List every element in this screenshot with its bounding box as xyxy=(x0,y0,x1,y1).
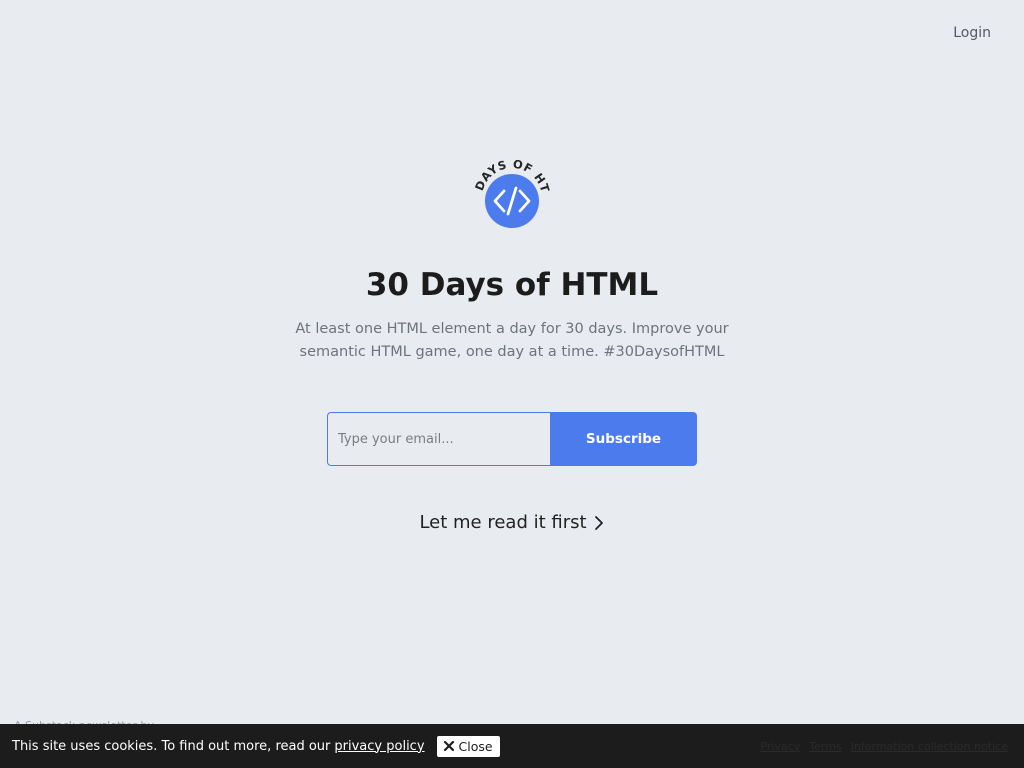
email-input[interactable] xyxy=(327,412,550,466)
read-first-link[interactable]: Let me read it first xyxy=(419,512,604,533)
cookie-close-button[interactable]: Close xyxy=(436,735,500,757)
page-subtitle: At least one HTML element a day for 30 d… xyxy=(295,321,729,360)
footer-link-terms[interactable]: Terms xyxy=(809,740,841,753)
newsletter-logo: 30 DAYS OF HTML xyxy=(470,160,552,228)
cookie-banner: This site uses cookies. To find out more… xyxy=(0,724,1024,768)
subscribe-form: Subscribe xyxy=(327,412,697,466)
close-label: Close xyxy=(458,738,493,754)
chevron-right-icon xyxy=(594,515,603,530)
footer-link-privacy[interactable]: Privacy xyxy=(760,740,800,753)
subscribe-button[interactable]: Subscribe xyxy=(550,412,697,466)
privacy-policy-link[interactable]: privacy policy xyxy=(334,739,424,754)
cookie-message: This site uses cookies. To find out more… xyxy=(12,738,331,754)
footer-links: Privacy Terms Information collection not… xyxy=(760,740,1008,753)
footer-link-collection-notice[interactable]: Information collection notice xyxy=(851,740,1008,753)
hero: 30 DAYS OF HTML 30 Days of HTML At least… xyxy=(0,160,1024,533)
page: Login 30 DAYS OF HTML 30 Days of HTML At… xyxy=(0,0,1024,768)
close-icon xyxy=(443,740,454,752)
login-link[interactable]: Login xyxy=(953,25,991,41)
read-first-label: Let me read it first xyxy=(419,512,587,533)
page-title: 30 Days of HTML xyxy=(365,267,659,303)
cookie-text: This site uses cookies. To find out more… xyxy=(12,739,425,754)
